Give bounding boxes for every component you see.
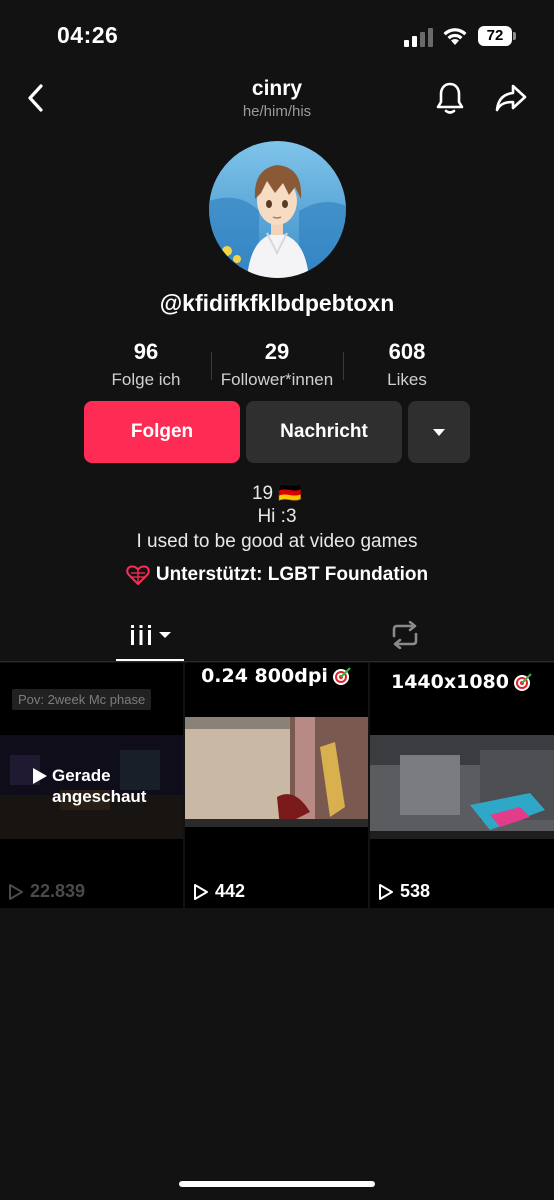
play-outline-icon: [194, 883, 208, 900]
bio-line: 19 🇩🇪: [251, 483, 303, 504]
video-tile[interactable]: 0.24 800dpi 442: [185, 663, 368, 908]
stat-likes[interactable]: 608 Likes: [357, 338, 457, 392]
stat-following-value: 96: [133, 339, 159, 364]
home-indicator[interactable]: [179, 1181, 375, 1187]
share-arrow-icon[interactable]: [490, 78, 532, 118]
stat-followers-value: 29: [264, 339, 290, 364]
view-count: 22.839: [8, 881, 85, 902]
tab-reposts[interactable]: [380, 610, 430, 660]
signal-icon: [404, 28, 433, 47]
stat-followers-label: Follower*innen: [220, 370, 334, 389]
username: @kfidifkfklbdpebtoxn: [159, 290, 395, 316]
wifi-icon: [443, 28, 467, 45]
battery-icon: 72: [478, 26, 516, 46]
caret-down-icon: [433, 428, 445, 436]
message-button[interactable]: Nachricht: [246, 401, 402, 463]
bell-icon[interactable]: [430, 78, 470, 118]
video-title: 0.24 800dpi: [185, 665, 368, 687]
bio-line: I used to be good at video games: [136, 531, 418, 552]
heart-globe-icon: [126, 565, 150, 585]
profile-page: 04:26 72 cinry he/him/his @kfidifkfklbdp…: [0, 0, 554, 1200]
status-bar: 04:26 72: [0, 0, 554, 72]
play-outline-icon: [379, 883, 393, 900]
grid-icon: [131, 625, 151, 645]
view-count: 442: [193, 881, 245, 902]
profile-display-name: cinry: [251, 77, 303, 100]
profile-pronouns: he/him/his: [242, 103, 312, 120]
bio-line: Hi :3: [257, 506, 297, 527]
status-time: 04:26: [57, 22, 119, 48]
video-title: 1440x1080: [370, 671, 554, 693]
stat-likes-label: Likes: [387, 370, 427, 389]
more-options-button[interactable]: [408, 401, 470, 463]
repost-icon: [392, 621, 418, 649]
stat-divider: [343, 352, 344, 380]
video-thumbnail: [185, 717, 368, 827]
stat-likes-value: 608: [388, 339, 426, 364]
stat-followers[interactable]: 29 Follower*innen: [211, 338, 343, 392]
avatar[interactable]: [209, 141, 346, 278]
video-thumbnail: [370, 735, 554, 839]
battery-level: 72: [486, 27, 504, 44]
video-tile[interactable]: 1440x1080 538: [370, 663, 554, 908]
target-icon: [514, 673, 532, 691]
play-outline-icon: [9, 883, 23, 900]
play-icon: [33, 767, 47, 784]
tabs-divider: [0, 661, 554, 662]
view-count: 538: [378, 881, 430, 902]
stat-following[interactable]: 96 Folge ich: [96, 338, 196, 392]
stat-following-label: Folge ich: [111, 370, 181, 389]
tab-videos[interactable]: [116, 610, 184, 660]
supported-charity[interactable]: Unterstützt: LGBT Foundation: [0, 564, 554, 586]
target-icon: [332, 667, 351, 685]
supported-charity-label: Unterstützt: LGBT Foundation: [155, 564, 429, 585]
caret-down-icon: [159, 632, 171, 638]
follow-button[interactable]: Folgen: [84, 401, 240, 463]
recently-watched-label: Gerade angeschaut: [32, 765, 146, 807]
video-tile[interactable]: Pov: 2week Mc phase Gerade angeschaut 22…: [0, 663, 183, 908]
